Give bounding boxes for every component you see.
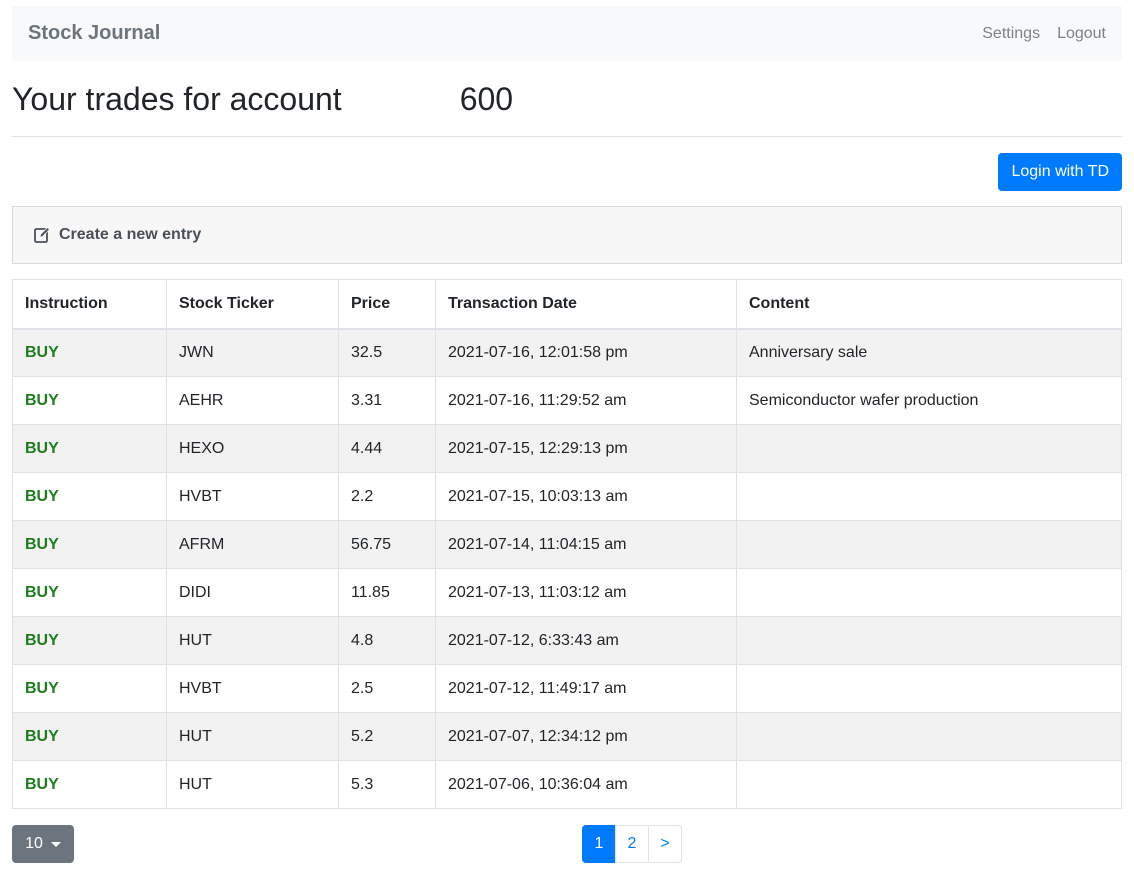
content-cell: [736, 664, 1122, 713]
ticker-cell: HVBT: [166, 472, 339, 521]
caret-down-icon: [50, 841, 61, 847]
page-1-button[interactable]: 1: [582, 825, 616, 863]
date-cell: 2021-07-14, 11:04:15 am: [435, 520, 737, 569]
instruction-cell: BUY: [12, 760, 167, 809]
date-cell: 2021-07-16, 11:29:52 am: [435, 376, 737, 425]
date-cell: 2021-07-15, 12:29:13 pm: [435, 424, 737, 473]
price-cell: 32.5: [338, 328, 436, 377]
instruction-cell: BUY: [12, 568, 167, 617]
price-cell: 5.2: [338, 712, 436, 761]
create-entry-card[interactable]: Create a new entry: [12, 206, 1122, 264]
navbar: Stock Journal Settings Logout: [12, 6, 1122, 61]
column-header-content[interactable]: Content: [736, 279, 1122, 330]
table-row[interactable]: BUY HUT 4.8 2021-07-12, 6:33:43 am: [12, 616, 1122, 665]
content-cell: [736, 424, 1122, 473]
content-cell: [736, 520, 1122, 569]
price-cell: 3.31: [338, 376, 436, 425]
content-cell: [736, 616, 1122, 665]
next-page-button[interactable]: >: [648, 825, 682, 863]
ticker-cell: JWN: [166, 328, 339, 377]
table-row[interactable]: BUY DIDI 11.85 2021-07-13, 11:03:12 am: [12, 568, 1122, 617]
account-number: 600: [459, 81, 514, 117]
date-cell: 2021-07-12, 11:49:17 am: [435, 664, 737, 713]
page: Stock Journal Settings Logout Your trade…: [12, 0, 1122, 863]
price-cell: 4.8: [338, 616, 436, 665]
table-row[interactable]: BUY HVBT 2.2 2021-07-15, 10:03:13 am: [12, 472, 1122, 521]
page-heading: Your trades for account 600: [12, 61, 1122, 137]
date-cell: 2021-07-13, 11:03:12 am: [435, 568, 737, 617]
instruction-cell: BUY: [12, 616, 167, 665]
ticker-cell: HUT: [166, 760, 339, 809]
nav-links: Settings Logout: [982, 25, 1106, 43]
settings-link[interactable]: Settings: [982, 25, 1040, 43]
content-cell: [736, 472, 1122, 521]
page-2-button[interactable]: 2: [615, 825, 649, 863]
ticker-cell: HEXO: [166, 424, 339, 473]
date-cell: 2021-07-06, 10:36:04 am: [435, 760, 737, 809]
price-cell: 56.75: [338, 520, 436, 569]
price-cell: 2.2: [338, 472, 436, 521]
price-cell: 4.44: [338, 424, 436, 473]
ticker-cell: AFRM: [166, 520, 339, 569]
table-footer: 10 1 2 >: [12, 825, 1122, 863]
ticker-cell: DIDI: [166, 568, 339, 617]
action-row: Login with TD: [12, 153, 1122, 191]
price-cell: 2.5: [338, 664, 436, 713]
content-cell: Anniversary sale: [736, 328, 1122, 377]
pagination: 1 2 >: [582, 825, 682, 863]
date-cell: 2021-07-15, 10:03:13 am: [435, 472, 737, 521]
ticker-cell: AEHR: [166, 376, 339, 425]
instruction-cell: BUY: [12, 520, 167, 569]
table-row[interactable]: BUY JWN 32.5 2021-07-16, 12:01:58 pm Ann…: [12, 328, 1122, 377]
instruction-cell: BUY: [12, 712, 167, 761]
trades-table: Instruction Stock Ticker Price Transacti…: [12, 279, 1122, 809]
table-row[interactable]: BUY HUT 5.3 2021-07-06, 10:36:04 am: [12, 760, 1122, 809]
price-cell: 11.85: [338, 568, 436, 617]
content-cell: Semiconductor wafer production: [736, 376, 1122, 425]
edit-icon: [33, 226, 51, 244]
instruction-cell: BUY: [12, 376, 167, 425]
instruction-cell: BUY: [12, 664, 167, 713]
column-header-instruction[interactable]: Instruction: [12, 279, 167, 330]
page-size-dropdown[interactable]: 10: [12, 825, 74, 863]
column-header-price[interactable]: Price: [338, 279, 436, 330]
content-cell: [736, 760, 1122, 809]
instruction-cell: BUY: [12, 424, 167, 473]
instruction-cell: BUY: [12, 328, 167, 377]
table-row[interactable]: BUY HEXO 4.44 2021-07-15, 12:29:13 pm: [12, 424, 1122, 473]
date-cell: 2021-07-16, 12:01:58 pm: [435, 328, 737, 377]
table-row[interactable]: BUY HUT 5.2 2021-07-07, 12:34:12 pm: [12, 712, 1122, 761]
create-entry-label: Create a new entry: [59, 226, 202, 243]
ticker-cell: HUT: [166, 616, 339, 665]
logout-link[interactable]: Logout: [1057, 25, 1106, 43]
price-cell: 5.3: [338, 760, 436, 809]
ticker-cell: HUT: [166, 712, 339, 761]
content-cell: [736, 568, 1122, 617]
table-row[interactable]: BUY AEHR 3.31 2021-07-16, 11:29:52 am Se…: [12, 376, 1122, 425]
brand-link[interactable]: Stock Journal: [28, 22, 160, 45]
content-cell: [736, 712, 1122, 761]
table-row[interactable]: BUY AFRM 56.75 2021-07-14, 11:04:15 am: [12, 520, 1122, 569]
date-cell: 2021-07-07, 12:34:12 pm: [435, 712, 737, 761]
login-with-td-button[interactable]: Login with TD: [998, 153, 1122, 191]
column-header-transaction-date[interactable]: Transaction Date: [435, 279, 737, 330]
page-size-value: 10: [25, 835, 43, 852]
ticker-cell: HVBT: [166, 664, 339, 713]
table-header-row: Instruction Stock Ticker Price Transacti…: [12, 279, 1122, 330]
date-cell: 2021-07-12, 6:33:43 am: [435, 616, 737, 665]
column-header-stock-ticker[interactable]: Stock Ticker: [166, 279, 339, 330]
table-row[interactable]: BUY HVBT 2.5 2021-07-12, 11:49:17 am: [12, 664, 1122, 713]
instruction-cell: BUY: [12, 472, 167, 521]
page-title: Your trades for account: [12, 81, 342, 117]
